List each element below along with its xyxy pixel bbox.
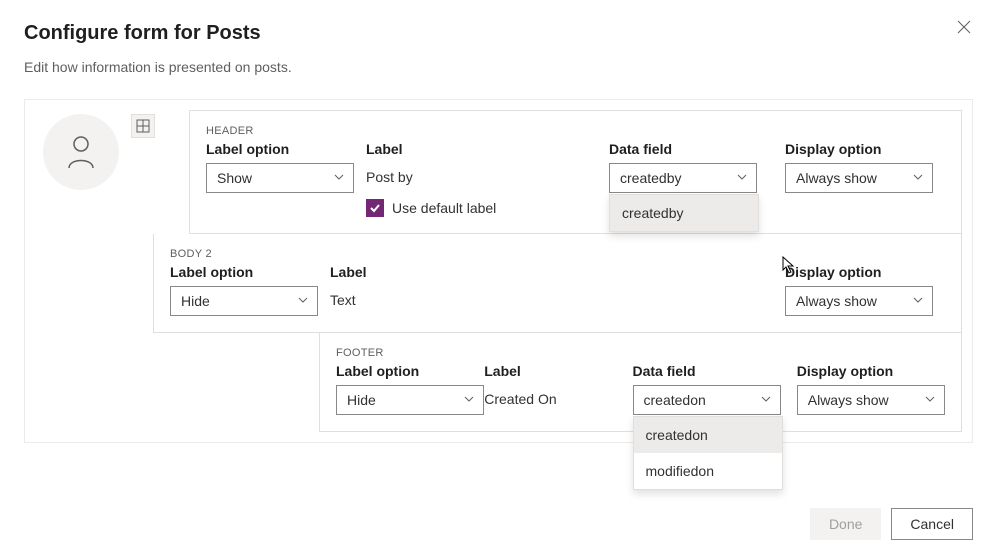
chevron-down-icon bbox=[912, 170, 924, 186]
body-display-select[interactable]: Always show bbox=[785, 286, 933, 316]
avatar-icon bbox=[43, 114, 119, 190]
chevron-down-icon bbox=[463, 392, 475, 408]
footer-display-select[interactable]: Always show bbox=[797, 385, 945, 415]
footer-display-value: Always show bbox=[808, 392, 889, 408]
footer-label-value: Created On bbox=[484, 385, 632, 407]
footer-data-field-select[interactable]: createdon createdon modifiedon bbox=[633, 385, 781, 415]
header-data-field-dropdown: createdby bbox=[609, 194, 759, 232]
section-body-label: BODY 2 bbox=[170, 248, 212, 260]
avatar-area bbox=[43, 114, 155, 190]
header-label-value: Post by bbox=[366, 163, 526, 185]
cancel-button[interactable]: Cancel bbox=[891, 508, 973, 540]
dialog-title: Configure form for Posts bbox=[24, 22, 973, 45]
layout-grid-icon[interactable] bbox=[131, 114, 155, 138]
header-label-option-value: Show bbox=[217, 170, 252, 186]
header-label-heading: Label bbox=[366, 141, 526, 157]
footer-label-option-heading: Label option bbox=[336, 363, 484, 379]
footer-label-option-select[interactable]: Hide bbox=[336, 385, 484, 415]
header-use-default-label: Use default label bbox=[392, 200, 496, 216]
section-body: BODY 2 Label option Hide Label Text bbox=[153, 234, 962, 333]
section-header-label: HEADER bbox=[206, 125, 254, 137]
body-label-option-value: Hide bbox=[181, 293, 210, 309]
body-display-heading: Display option bbox=[785, 264, 945, 280]
form-canvas: HEADER Label option Show Label Post by bbox=[24, 99, 973, 443]
configure-form-dialog: Configure form for Posts Edit how inform… bbox=[0, 0, 997, 443]
section-footer: FOOTER Label option Hide Label Created O… bbox=[319, 333, 962, 432]
header-data-field-value: createdby bbox=[620, 170, 681, 186]
body-label-option-select[interactable]: Hide bbox=[170, 286, 318, 316]
dropdown-option[interactable]: modifiedon bbox=[634, 453, 782, 489]
header-data-field-heading: Data field bbox=[609, 141, 769, 157]
body-label-option-heading: Label option bbox=[170, 264, 330, 280]
footer-label-option-value: Hide bbox=[347, 392, 376, 408]
header-data-field-select[interactable]: createdby createdby bbox=[609, 163, 757, 193]
body-label-heading: Label bbox=[330, 264, 490, 280]
done-button[interactable]: Done bbox=[810, 508, 881, 540]
footer-label-heading: Label bbox=[484, 363, 632, 379]
chevron-down-icon bbox=[760, 392, 772, 408]
footer-display-heading: Display option bbox=[797, 363, 945, 379]
header-label-option-heading: Label option bbox=[206, 141, 366, 157]
body-label-value: Text bbox=[330, 286, 490, 308]
dialog-subtitle: Edit how information is presented on pos… bbox=[24, 59, 973, 75]
header-use-default-row[interactable]: Use default label bbox=[366, 199, 526, 217]
footer-data-field-heading: Data field bbox=[633, 363, 781, 379]
section-footer-label: FOOTER bbox=[336, 347, 384, 359]
header-display-value: Always show bbox=[796, 170, 877, 186]
header-display-heading: Display option bbox=[785, 141, 945, 157]
section-header: HEADER Label option Show Label Post by bbox=[189, 110, 962, 234]
footer-data-field-value: createdon bbox=[644, 392, 706, 408]
chevron-down-icon bbox=[333, 170, 345, 186]
body-display-value: Always show bbox=[796, 293, 877, 309]
header-display-select[interactable]: Always show bbox=[785, 163, 933, 193]
chevron-down-icon bbox=[736, 170, 748, 186]
dropdown-option[interactable]: createdon bbox=[634, 417, 782, 453]
close-icon[interactable] bbox=[955, 18, 973, 36]
checkbox-checked-icon[interactable] bbox=[366, 199, 384, 217]
dialog-actions: Done Cancel bbox=[810, 508, 973, 540]
dropdown-option[interactable]: createdby bbox=[610, 195, 758, 231]
footer-data-field-dropdown: createdon modifiedon bbox=[633, 416, 783, 490]
chevron-down-icon bbox=[912, 293, 924, 309]
header-label-option-select[interactable]: Show bbox=[206, 163, 354, 193]
chevron-down-icon bbox=[924, 392, 936, 408]
chevron-down-icon bbox=[297, 293, 309, 309]
